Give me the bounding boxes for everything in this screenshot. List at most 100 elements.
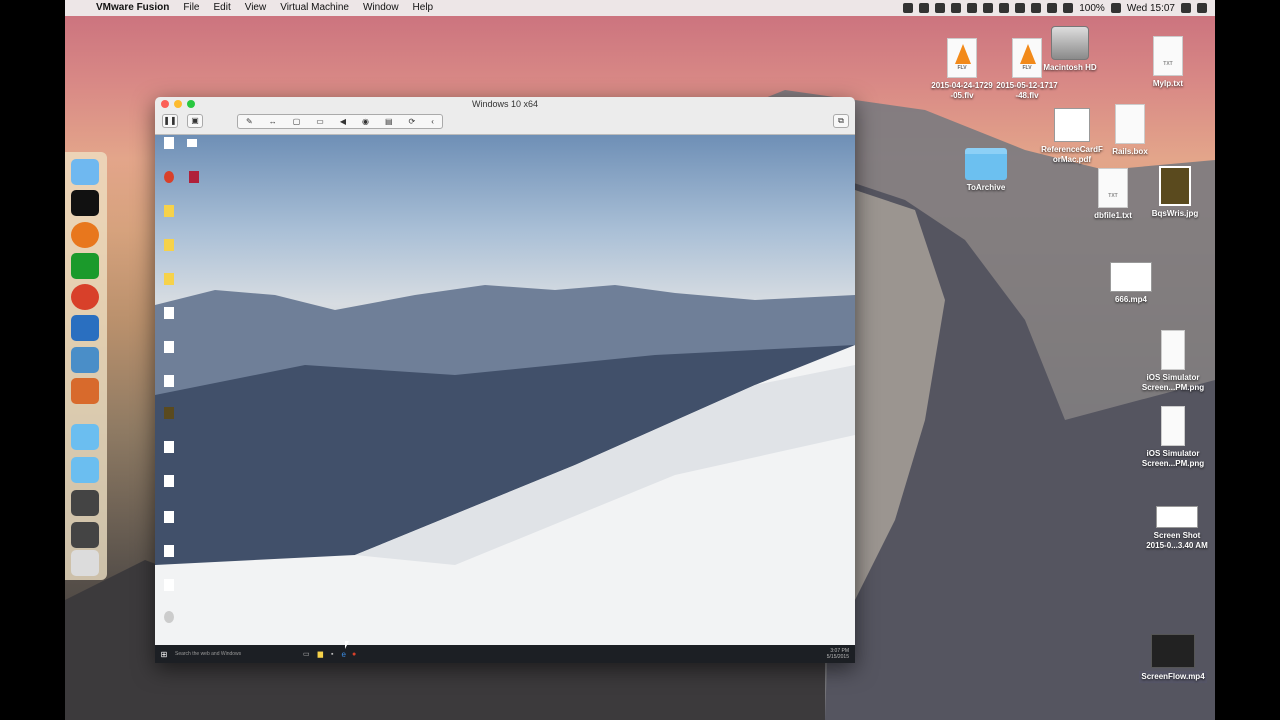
wrench-icon[interactable]: ✎ [246,117,253,126]
folder-icon[interactable] [156,205,182,218]
sync-icon[interactable]: ⟳ [409,117,416,126]
ghost-icon[interactable] [983,3,994,13]
guest-search-box[interactable]: Search the web and Windows [173,651,283,657]
guest-os-display[interactable]: ⊞ Search the web and Windows ▭ ▆ ▪ e ● 3… [155,135,855,663]
flv-file-icon: FLV [947,38,977,78]
chrome-icon[interactable] [71,284,99,310]
window-titlebar[interactable]: Windows 10 x64 [155,97,855,111]
wifi-icon[interactable] [1063,3,1074,13]
explorer-icon[interactable]: ▆ [318,650,323,658]
screen-icon[interactable] [71,522,99,548]
left-chevron-icon[interactable]: ‹ [431,117,434,126]
drive-icon[interactable]: ▢ [293,117,301,126]
guest-desktop-icon[interactable] [179,139,205,148]
task-view-icon[interactable]: ▭ [303,650,310,658]
menu-file[interactable]: File [176,0,206,16]
preview-icon[interactable] [71,347,99,373]
camera-icon[interactable] [903,3,914,13]
dock [65,152,107,580]
chrome-icon[interactable] [156,171,182,184]
desktop-icon-macintosh-hd[interactable]: Macintosh HD [1025,26,1115,73]
menu-virtual-machine[interactable]: Virtual Machine [273,0,356,16]
battery-percent[interactable]: 100% [1079,3,1105,14]
desktop-icon-toarchive[interactable]: ToArchive [941,148,1031,193]
copy-icon[interactable] [967,3,978,13]
vmware-icon[interactable] [71,315,99,341]
desktop-icon-myip[interactable]: TXT MyIp.txt [1123,36,1213,89]
activity-monitor-icon[interactable] [71,253,99,279]
video-file-icon [1110,262,1152,292]
clock-icon[interactable] [1047,3,1058,13]
vm-toolbar: ❚❚ ▣ ✎ ↔ ▢ ▭ ◀ ◉ ▤ ⟳ ‹ ⧉ [155,111,855,135]
edge-icon[interactable]: e [342,650,346,659]
airplay-icon[interactable] [919,3,930,13]
menu-edit[interactable]: Edit [206,0,237,16]
menu-window[interactable]: Window [356,0,406,16]
arrows-icon[interactable]: ↔ [269,117,277,126]
file-icon[interactable] [156,579,182,592]
display-icon[interactable] [1015,3,1026,13]
folder-icon[interactable] [71,424,99,450]
guest-taskbar: ⊞ Search the web and Windows ▭ ▆ ▪ e ● 3… [155,645,855,663]
menu-help[interactable]: Help [406,0,441,16]
desktop-icon-label: ToArchive [966,183,1006,192]
desktop-icon-screenshot[interactable]: Screen Shot 2015-0...3.40 AM [1132,506,1215,551]
guest-clock[interactable]: 3:07 PM 5/15/2015 [827,648,849,660]
text-file-icon: TXT [1098,168,1128,208]
file-icon [1115,104,1145,144]
battery-icon[interactable] [1110,3,1121,13]
usb-icon[interactable]: ▤ [385,117,393,126]
desktop-icon-bqswris[interactable]: BqsWris.jpg [1130,166,1215,219]
png-file-icon [1161,330,1185,370]
firefox-icon[interactable] [71,222,99,248]
menu-bar: VMware Fusion File Edit View Virtual Mac… [65,0,1215,16]
file-icon[interactable] [156,375,182,388]
pause-icon[interactable]: ❚❚ [162,114,178,128]
menu-app-name[interactable]: VMware Fusion [89,0,176,16]
folder-icon[interactable] [71,457,99,483]
list-icon[interactable] [1197,3,1207,13]
file-icon[interactable] [156,511,182,524]
guest-app-icon[interactable] [181,171,207,184]
sync-icon[interactable] [951,3,962,13]
info-icon[interactable] [935,3,946,13]
desktop-icon-rails-box[interactable]: Rails.box [1085,104,1175,157]
windows-start-icon[interactable]: ⊞ [155,650,173,659]
finder-icon[interactable] [71,159,99,185]
folder-icon[interactable] [156,273,182,286]
windows-wallpaper [155,285,855,663]
video-file-icon [1151,634,1195,668]
volume-icon[interactable] [1031,3,1042,13]
desktop-icon-ios-sim-2[interactable]: iOS Simulator Screen...PM.png [1128,406,1215,469]
speaker-icon[interactable]: ◀ [340,117,346,126]
fullscreen-icon[interactable]: ⧉ [833,114,849,128]
spotlight-icon[interactable] [1181,3,1191,13]
dropbox-icon[interactable] [999,3,1010,13]
desktop-icon-label: Rails.box [1112,147,1148,156]
desktop-icon-screenflow[interactable]: ScreenFlow.mp4 [1128,634,1215,683]
desktop-icon-label: ScreenFlow.mp4 [1139,671,1207,683]
file-icon[interactable] [156,307,182,320]
file-icon[interactable] [156,341,182,354]
desktop-icon-ios-sim-1[interactable]: iOS Simulator Screen...PM.png [1128,330,1215,393]
desktop-icon-label: BqsWris.jpg [1151,209,1199,218]
file-icon[interactable] [156,441,182,454]
file-icon[interactable] [156,475,182,488]
printer-icon[interactable]: ▭ [316,117,324,126]
folder-icon[interactable] [156,239,182,252]
terminal-icon[interactable] [71,190,99,216]
camera-icon[interactable]: ◉ [362,117,369,126]
desktop-icon-666-mp4[interactable]: 666.mp4 [1086,262,1176,305]
chrome-icon[interactable]: ● [352,651,356,658]
menu-view[interactable]: View [238,0,274,16]
trash-icon[interactable] [71,550,99,576]
image-icon[interactable] [156,407,182,420]
snapshot-icon[interactable]: ▣ [187,114,203,128]
vmware-window: Windows 10 x64 ❚❚ ▣ ✎ ↔ ▢ ▭ ◀ ◉ ▤ ⟳ ‹ ⧉ [155,97,855,663]
screen-icon[interactable] [71,490,99,516]
store-icon[interactable]: ▪ [331,651,333,658]
sublime-icon[interactable] [71,378,99,404]
gear-icon[interactable] [156,611,182,624]
clock[interactable]: Wed 15:07 [1127,3,1175,14]
file-icon[interactable] [156,545,182,558]
